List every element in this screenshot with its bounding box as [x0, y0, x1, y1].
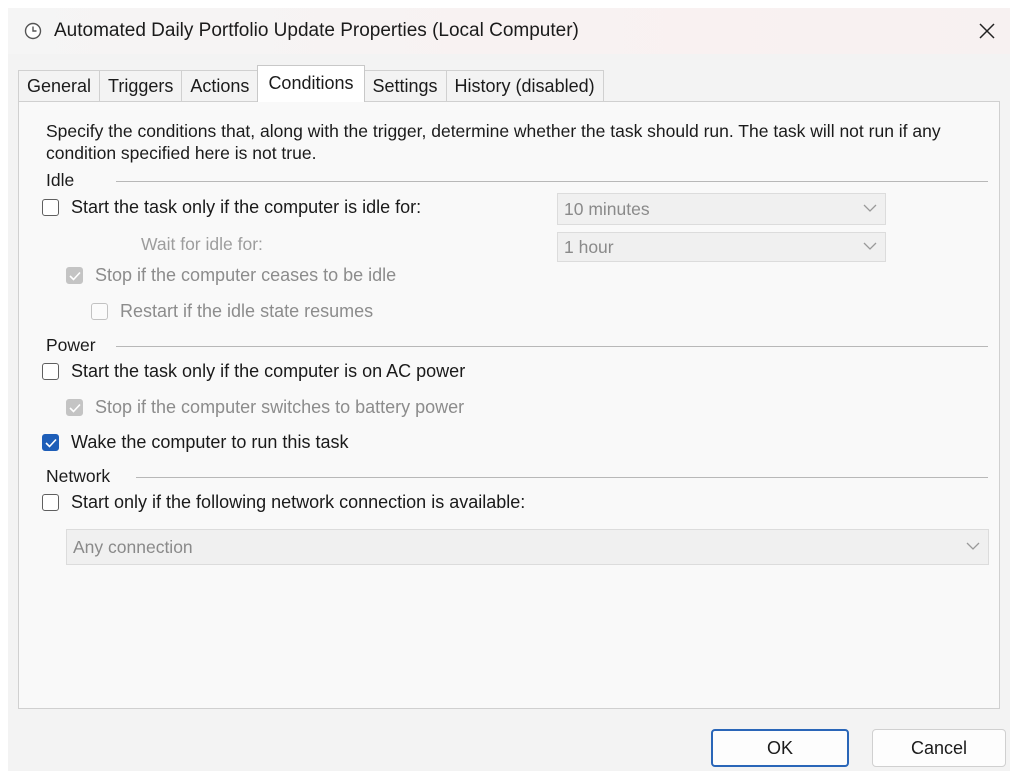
checkmark-icon [44, 438, 57, 448]
network-checkbox[interactable] [42, 494, 59, 511]
tab-general[interactable]: General [18, 70, 101, 102]
cancel-button[interactable]: Cancel [872, 729, 1006, 767]
idle-group-label: Idle [46, 170, 75, 190]
stop-if-ceases-option[interactable]: Stop if the computer ceases to be idle [66, 265, 396, 286]
wake-checkbox[interactable] [42, 434, 59, 451]
wake-label: Wake the computer to run this task [71, 432, 349, 452]
idle-duration-select[interactable]: 10 minutes [557, 193, 886, 225]
network-connection-select[interactable]: Any connection [66, 529, 989, 565]
title-bar: Automated Daily Portfolio Update Propert… [8, 8, 1010, 54]
clock-icon [24, 22, 42, 40]
wait-for-idle-label: Wait for idle for: [141, 234, 263, 254]
tab-actions[interactable]: Actions [181, 70, 259, 102]
tab-strip: General Triggers Actions Conditions Sett… [18, 65, 604, 102]
checkmark-icon [68, 403, 81, 413]
ac-power-option[interactable]: Start the task only if the computer is o… [42, 361, 465, 382]
close-button[interactable] [964, 8, 1010, 54]
checkmark-icon [68, 271, 81, 281]
start-if-idle-label: Start the task only if the computer is i… [71, 197, 422, 217]
start-if-idle-checkbox[interactable] [42, 199, 59, 216]
ac-power-label: Start the task only if the computer is o… [71, 361, 466, 381]
stop-if-ceases-label: Stop if the computer ceases to be idle [95, 265, 397, 285]
network-group-label: Network [46, 466, 111, 486]
stop-if-ceases-checkbox[interactable] [66, 267, 83, 284]
chevron-down-icon [966, 542, 980, 550]
close-icon [979, 23, 995, 39]
ac-power-checkbox[interactable] [42, 363, 59, 380]
wait-duration-select[interactable]: 1 hour [557, 232, 886, 262]
tab-settings[interactable]: Settings [363, 70, 447, 102]
restart-if-resumes-option[interactable]: Restart if the idle state resumes [91, 301, 373, 322]
restart-if-resumes-label: Restart if the idle state resumes [120, 301, 374, 321]
idle-duration-value: 10 minutes [564, 198, 650, 219]
power-group-label: Power [46, 335, 96, 355]
chevron-down-icon [863, 242, 877, 250]
restart-if-resumes-checkbox[interactable] [91, 303, 108, 320]
network-connection-value: Any connection [73, 536, 193, 557]
start-if-idle-option[interactable]: Start the task only if the computer is i… [42, 197, 421, 218]
wait-duration-value: 1 hour [564, 236, 614, 257]
wake-option[interactable]: Wake the computer to run this task [42, 432, 348, 453]
stop-on-battery-checkbox[interactable] [66, 399, 83, 416]
tab-conditions[interactable]: Conditions [257, 65, 365, 102]
network-divider [136, 477, 988, 478]
tab-history[interactable]: History (disabled) [445, 70, 604, 102]
network-label: Start only if the following network conn… [71, 492, 526, 512]
ok-button[interactable]: OK [711, 729, 849, 767]
network-option[interactable]: Start only if the following network conn… [42, 492, 525, 513]
stop-on-battery-label: Stop if the computer switches to battery… [95, 397, 465, 417]
power-divider [116, 346, 988, 347]
stop-on-battery-option[interactable]: Stop if the computer switches to battery… [66, 397, 464, 418]
description-text: Specify the conditions that, along with … [46, 121, 941, 163]
tab-triggers[interactable]: Triggers [99, 70, 183, 102]
chevron-down-icon [863, 204, 877, 212]
idle-divider [116, 181, 988, 182]
window-title: Automated Daily Portfolio Update Propert… [54, 20, 579, 41]
